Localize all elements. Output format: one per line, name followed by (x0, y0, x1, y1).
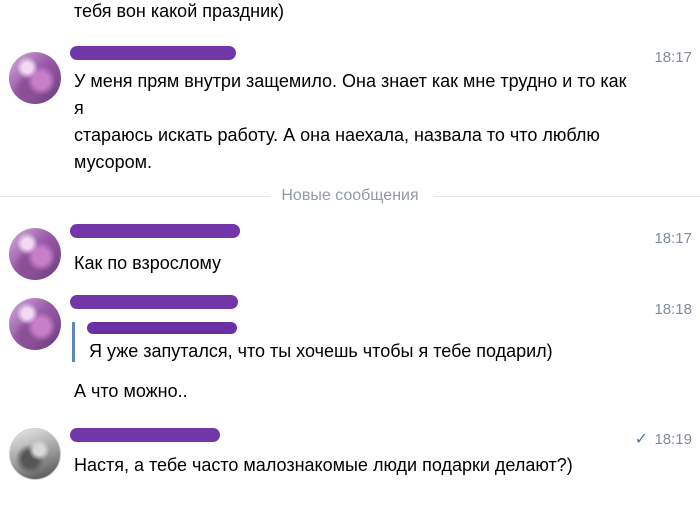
message-time: 18:17 (654, 49, 692, 66)
message-body: У меня прям внутри защемило. Она знает к… (74, 68, 640, 176)
message-time: 18:18 (654, 301, 692, 318)
redacted-sender-name (70, 224, 240, 238)
message-body: А что можно.. (74, 378, 640, 405)
avatar[interactable] (9, 298, 61, 350)
message-text-line: У меня прям внутри защемило. Она знает к… (74, 71, 627, 118)
divider-line-right (434, 196, 700, 197)
redacted-sender-name (70, 295, 238, 309)
quoted-message-text: Я уже запутался, что ты хочешь чтобы я т… (89, 341, 553, 361)
avatar[interactable] (9, 428, 61, 480)
divider-line-left (0, 196, 270, 197)
redacted-sender-name (70, 46, 236, 60)
message-text-line: А что можно.. (74, 381, 188, 401)
message-body: Как по взрослому (74, 250, 640, 277)
message-time: 18:17 (654, 230, 692, 247)
avatar[interactable] (9, 228, 61, 280)
message-text-line: мусором. (74, 152, 152, 172)
message-text-line: Как по взрослому (74, 253, 222, 273)
message-body: Настя, а тебе часто малознакомые люди по… (74, 452, 640, 479)
chat-history: тебя вон какой праздник) 18:17 У меня пр… (0, 0, 700, 520)
redacted-sender-name (70, 428, 220, 442)
new-messages-label: Новые сообщения (281, 187, 419, 204)
redacted-quoted-sender (87, 322, 237, 334)
new-messages-divider: Новые сообщения (0, 186, 700, 206)
message-time: 18:19 (654, 431, 692, 448)
message-text-line: стараюсь искать работу. А она наехала, н… (74, 125, 600, 145)
avatar[interactable] (9, 52, 61, 104)
previous-message-tail: тебя вон какой праздник) (74, 1, 285, 21)
quoted-message[interactable]: Я уже запутался, что ты хочешь чтобы я т… (72, 322, 606, 362)
message-text-line: Настя, а тебе часто малознакомые люди по… (74, 455, 573, 475)
checkmark-icon: ✓ (634, 431, 648, 448)
